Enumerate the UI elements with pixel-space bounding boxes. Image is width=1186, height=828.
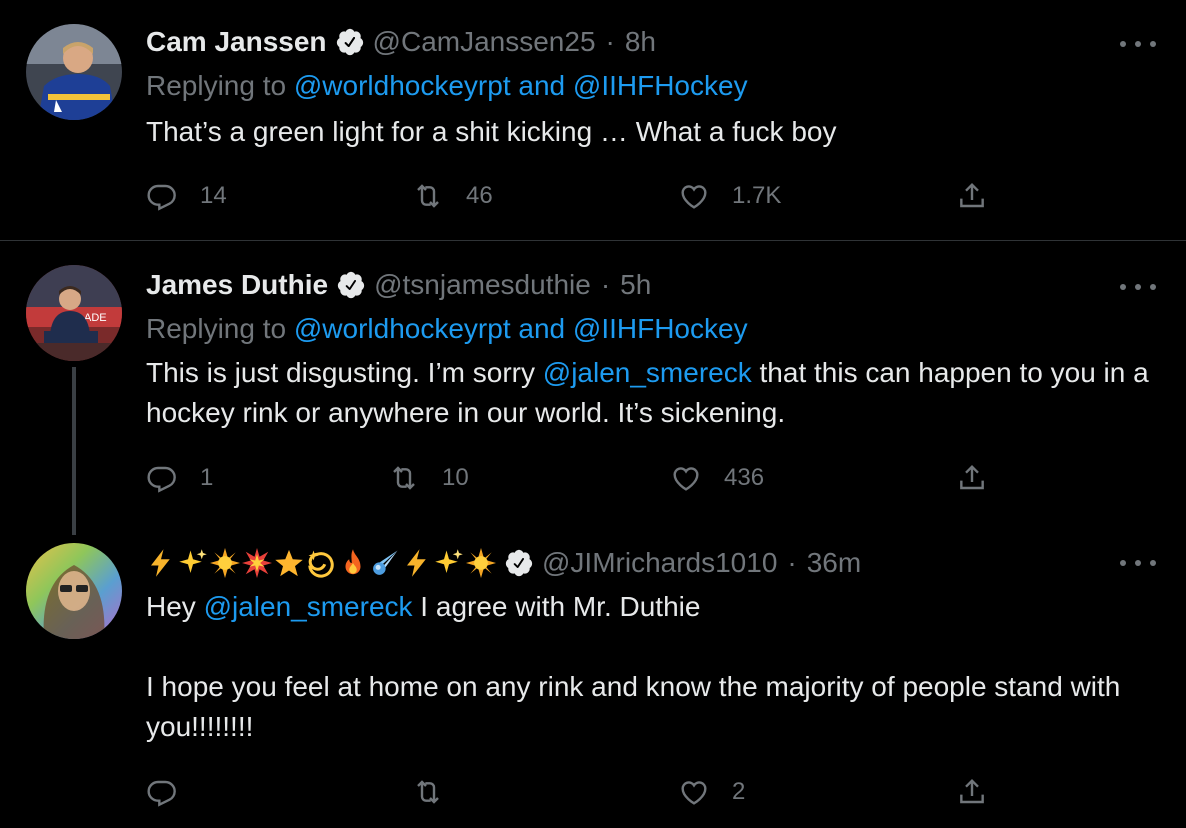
tweet-jimrichards[interactable]: @JIMrichards1010 · 36m Hey @jalen_smerec…: [0, 525, 1186, 828]
tweet-header: James Duthie @tsnjamesduthie · 5h: [146, 267, 651, 303]
like-button[interactable]: 436: [670, 458, 764, 498]
verified-badge-icon: [504, 548, 534, 578]
timestamp[interactable]: 36m: [807, 547, 861, 579]
retweet-button[interactable]: 46: [412, 176, 493, 216]
reply-button[interactable]: 1: [146, 458, 213, 498]
share-button[interactable]: [956, 772, 988, 812]
like-button[interactable]: 2: [678, 772, 745, 812]
sparkles-icon: [435, 549, 463, 573]
tweet-text: This is just disgusting. I’m sorry @jale…: [146, 353, 1166, 433]
replying-label: Replying to: [146, 70, 287, 101]
like-icon: [681, 185, 707, 209]
retweet-button[interactable]: [412, 772, 444, 812]
tweet-actions: 1 10 436: [146, 458, 1006, 498]
sun-icon: [466, 548, 496, 578]
handle[interactable]: @CamJanssen25: [373, 26, 596, 58]
like-button[interactable]: 1.7K: [678, 176, 781, 216]
lightning-icon: [151, 549, 170, 577]
reply-and: and: [518, 70, 566, 101]
collision-icon: [242, 548, 272, 578]
tweet-james-duthie[interactable]: ADE James Duthie @tsnjamesduthie · 5h Re…: [0, 241, 1186, 535]
tweet-text-paragraph: I hope you feel at home on any rink and …: [146, 671, 1121, 742]
reply-mention-worldhockeyrpt[interactable]: @worldhockeyrpt: [294, 313, 511, 344]
replying-to: Replying to @worldhockeyrpt and @IIHFHoc…: [146, 70, 748, 102]
retweet-icon: [417, 780, 439, 804]
replying-to: Replying to @worldhockeyrpt and @IIHFHoc…: [146, 313, 748, 345]
like-count: 2: [732, 778, 746, 805]
reply-icon: [147, 184, 176, 211]
retweet-count: 46: [466, 182, 493, 209]
display-name-emojis[interactable]: [146, 548, 496, 578]
tweet-cam-janssen[interactable]: Cam Janssen @CamJanssen25 · 8h Replying …: [0, 0, 1186, 240]
share-button[interactable]: [956, 176, 988, 216]
display-name[interactable]: Cam Janssen: [146, 26, 327, 58]
retweet-icon: [417, 184, 439, 208]
sparkles-icon: [179, 549, 207, 573]
star-icon: [275, 549, 303, 577]
more-icon[interactable]: [1120, 557, 1156, 569]
more-icon[interactable]: [1120, 38, 1156, 50]
timestamp[interactable]: 8h: [625, 26, 656, 58]
sun-icon: [210, 548, 240, 578]
fire-icon: [345, 549, 361, 575]
mention-jalen-smereck[interactable]: @jalen_smereck: [204, 591, 413, 622]
more-icon[interactable]: [1120, 281, 1156, 293]
like-count: 436: [724, 464, 765, 491]
reply-button[interactable]: 14: [146, 176, 227, 216]
tweet-header: @JIMrichards1010 · 36m: [146, 545, 861, 581]
tweet-header: Cam Janssen @CamJanssen25 · 8h: [146, 24, 656, 60]
svg-text:ADE: ADE: [84, 312, 107, 324]
mention-jalen-smereck[interactable]: @jalen_smereck: [543, 357, 752, 388]
timestamp[interactable]: 5h: [620, 269, 651, 301]
tweet-text: That’s a green light for a shit kicking …: [146, 116, 837, 147]
tweet-text-part: I agree with Mr. Duthie: [412, 591, 701, 622]
dizzy-icon: [308, 550, 334, 578]
reply-count: 14: [200, 182, 227, 209]
tweet-actions: 14 46 1.7K: [146, 176, 1006, 216]
verified-badge-icon: [335, 27, 365, 57]
reply-and: and: [518, 313, 566, 344]
reply-icon: [147, 466, 176, 493]
share-icon: [960, 182, 984, 208]
like-count: 1.7K: [732, 182, 782, 209]
like-icon: [673, 467, 699, 491]
reply-button[interactable]: [146, 772, 178, 812]
share-icon: [960, 778, 984, 804]
tweet-text: Hey @jalen_smereck I agree with Mr. Duth…: [146, 587, 1166, 627]
replying-label: Replying to: [146, 313, 287, 344]
retweet-button[interactable]: 10: [388, 458, 469, 498]
display-name[interactable]: James Duthie: [146, 269, 328, 301]
separator: ·: [787, 547, 797, 578]
reply-icon: [147, 780, 176, 807]
tweet-text-part: This is just disgusting. I’m sorry: [146, 357, 543, 388]
lightning-icon: [407, 549, 426, 577]
reply-mention-iihfhockey[interactable]: @IIHFHockey: [573, 70, 748, 101]
retweet-count: 10: [442, 464, 469, 491]
comet-icon: [373, 550, 398, 575]
avatar[interactable]: [26, 543, 122, 639]
like-icon: [681, 781, 707, 805]
tweet-text-part: Hey: [146, 591, 204, 622]
avatar[interactable]: ADE: [26, 265, 122, 361]
reply-mention-iihfhockey[interactable]: @IIHFHockey: [573, 313, 748, 344]
handle[interactable]: @tsnjamesduthie: [374, 269, 591, 301]
thread-line: [72, 367, 76, 535]
separator: ·: [605, 26, 615, 57]
handle[interactable]: @JIMrichards1010: [542, 547, 777, 579]
share-icon: [960, 464, 984, 490]
share-button[interactable]: [956, 458, 988, 498]
separator: ·: [600, 269, 611, 300]
tweet-actions: 2: [146, 772, 1006, 812]
avatar[interactable]: [26, 24, 122, 120]
reply-mention-worldhockeyrpt[interactable]: @worldhockeyrpt: [294, 70, 511, 101]
verified-badge-icon: [336, 270, 366, 300]
reply-count: 1: [200, 464, 214, 491]
retweet-icon: [393, 466, 415, 490]
